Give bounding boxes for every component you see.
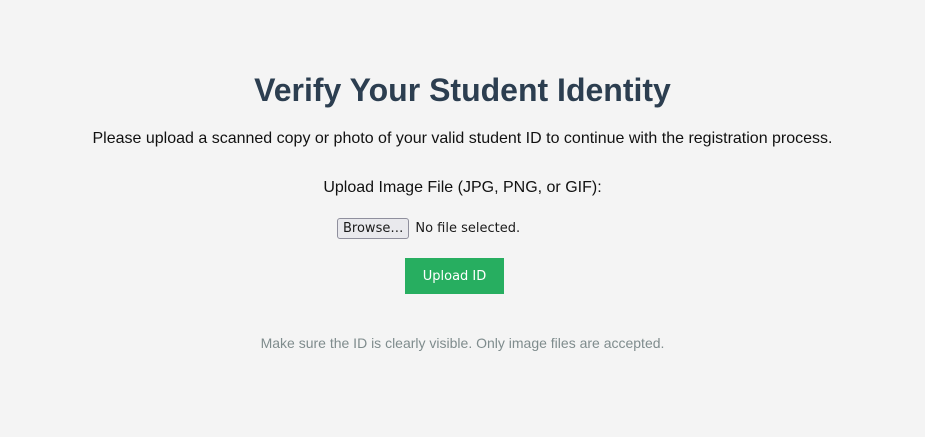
intro-text: Please upload a scanned copy or photo of… [92,130,833,147]
page-title: Verify Your Student Identity [254,72,671,108]
file-input[interactable]: Browse… No file selected. [337,218,520,239]
browse-button[interactable]: Browse… [337,218,410,239]
upload-field-label: Upload Image File (JPG, PNG, or GIF): [323,179,602,196]
hint-text: Make sure the ID is clearly visible. Onl… [260,335,665,351]
identity-verification-page: Verify Your Student Identity Please uplo… [0,0,925,437]
upload-id-button[interactable]: Upload ID [405,258,504,294]
file-status-text: No file selected. [415,221,521,236]
